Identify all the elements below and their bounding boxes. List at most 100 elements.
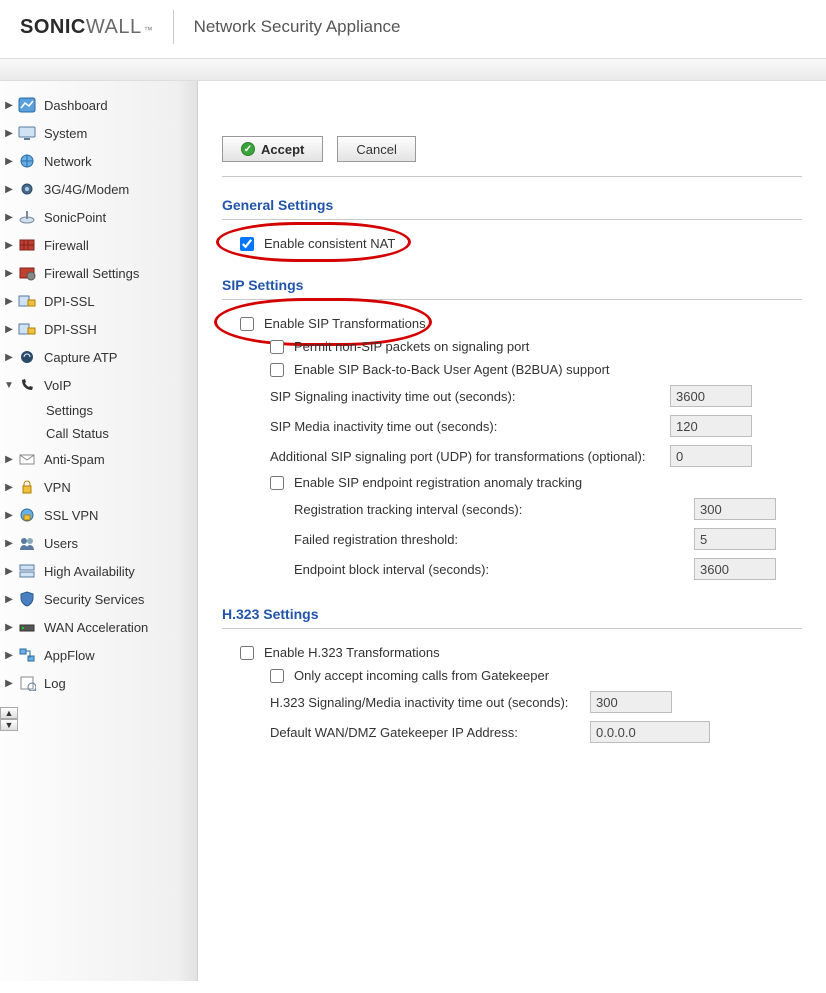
row-reg-interval: Registration tracking interval (seconds)… [294, 498, 802, 520]
input-h323-timeout[interactable] [590, 691, 672, 713]
input-failed-threshold[interactable] [694, 528, 776, 550]
chevron-icon[interactable]: ▶ [4, 184, 14, 194]
sidebar-item-label: SSL VPN [44, 508, 98, 523]
label-addl-port: Additional SIP signaling port (UDP) for … [270, 449, 670, 464]
chevron-icon[interactable]: ▶ [4, 678, 14, 688]
chevron-icon[interactable]: ▶ [4, 324, 14, 334]
sidebar-item-3g-4g-modem[interactable]: ▶3G/4G/Modem [0, 175, 197, 203]
chevron-icon[interactable]: ▶ [4, 566, 14, 576]
sidebar-item-wan-acceleration[interactable]: ▶WAN Acceleration [0, 613, 197, 641]
label-block-interval: Endpoint block interval (seconds): [294, 562, 694, 577]
label-h323-timeout: H.323 Signaling/Media inactivity time ou… [270, 695, 590, 710]
sidebar-item-security-services[interactable]: ▶ Security Services [0, 585, 197, 613]
sidebar-item-label: Dashboard [44, 98, 108, 113]
chevron-icon[interactable]: ▶ [4, 212, 14, 222]
row-addl-port: Additional SIP signaling port (UDP) for … [270, 445, 802, 467]
sidebar-item-vpn[interactable]: ▶ VPN [0, 473, 197, 501]
chevron-icon[interactable]: ▶ [4, 240, 14, 250]
sidebar-item-firewall[interactable]: ▶Firewall [0, 231, 197, 259]
chevron-icon[interactable]: ▶ [4, 594, 14, 604]
checkbox-sip-transform[interactable] [240, 317, 254, 331]
checkbox-permit-nonsip[interactable] [270, 340, 284, 354]
chevron-icon[interactable]: ▶ [4, 100, 14, 110]
sidebar-subitem-call-status[interactable]: Call Status [46, 422, 197, 445]
sidebar-item-appflow[interactable]: ▶AppFlow [0, 641, 197, 669]
checkbox-only-gatekeeper[interactable] [270, 669, 284, 683]
sidebar-item-sonicpoint[interactable]: ▶ SonicPoint [0, 203, 197, 231]
chevron-icon[interactable]: ▶ [4, 650, 14, 660]
firewall-icon [16, 235, 38, 255]
chevron-icon[interactable]: ▼ [4, 380, 14, 390]
action-buttons: ✓Accept Cancel [222, 136, 802, 177]
input-addl-port[interactable] [670, 445, 752, 467]
sidebar-item-anti-spam[interactable]: ▶Anti-Spam [0, 445, 197, 473]
input-sig-timeout[interactable] [670, 385, 752, 407]
sidebar-item-label: Log [44, 676, 66, 691]
sidebar-item-dpi-ssh[interactable]: ▶DPI-SSH [0, 315, 197, 343]
row-media-timeout: SIP Media inactivity time out (seconds): [270, 415, 802, 437]
sidebar-item-firewall-settings[interactable]: ▶Firewall Settings [0, 259, 197, 287]
section-title-sip: SIP Settings [222, 277, 802, 300]
system-icon [16, 123, 38, 143]
checkbox-b2bua[interactable] [270, 363, 284, 377]
chevron-icon[interactable]: ▶ [4, 128, 14, 138]
chevron-icon[interactable]: ▶ [4, 268, 14, 278]
input-block-interval[interactable] [694, 558, 776, 580]
row-b2bua: Enable SIP Back-to-Back User Agent (B2BU… [270, 362, 802, 377]
sidebar-item-label: SonicPoint [44, 210, 106, 225]
sidebar-item-high-availability[interactable]: ▶High Availability [0, 557, 197, 585]
label-permit-nonsip: Permit non-SIP packets on signaling port [294, 339, 529, 354]
chevron-icon[interactable]: ▶ [4, 156, 14, 166]
sidebar-item-dashboard[interactable]: ▶ Dashboard [0, 91, 197, 119]
section-title-general: General Settings [222, 197, 802, 220]
accept-button[interactable]: ✓Accept [222, 136, 323, 162]
row-permit-nonsip: Permit non-SIP packets on signaling port [270, 339, 802, 354]
sidebar-item-system[interactable]: ▶System [0, 119, 197, 147]
chevron-icon[interactable]: ▶ [4, 454, 14, 464]
row-failed-threshold: Failed registration threshold: [294, 528, 802, 550]
toolbar-band [0, 59, 826, 81]
sidebar-up-button[interactable]: ▲ [0, 707, 18, 719]
chevron-icon[interactable]: ▶ [4, 538, 14, 548]
sidebar-item-voip[interactable]: ▼VoIP [0, 371, 197, 399]
sidebar-item-network[interactable]: ▶Network [0, 147, 197, 175]
row-h323-transform: Enable H.323 Transformations [240, 645, 802, 660]
appflow-icon [16, 645, 38, 665]
checkbox-enable-nat[interactable] [240, 237, 254, 251]
sidebar-item-label: DPI-SSL [44, 294, 95, 309]
sidebar-item-label: Security Services [44, 592, 144, 607]
sidebar-item-capture-atp[interactable]: ▶Capture ATP [0, 343, 197, 371]
checkbox-h323-transform[interactable] [240, 646, 254, 660]
cancel-label: Cancel [356, 142, 396, 157]
logo-trademark: ™ [144, 25, 153, 35]
label-media-timeout: SIP Media inactivity time out (seconds): [270, 419, 670, 434]
cancel-button[interactable]: Cancel [337, 136, 415, 162]
sidebar-item-ssl-vpn[interactable]: ▶ SSL VPN [0, 501, 197, 529]
input-media-timeout[interactable] [670, 415, 752, 437]
sidebar-down-button[interactable]: ▼ [0, 719, 18, 731]
checkbox-anomaly[interactable] [270, 476, 284, 490]
input-gatekeeper-ip[interactable] [590, 721, 710, 743]
chevron-icon[interactable]: ▶ [4, 296, 14, 306]
brand-logo: SONICWALL™ [20, 16, 153, 39]
row-anomaly: Enable SIP endpoint registration anomaly… [270, 475, 802, 490]
label-failed-threshold: Failed registration threshold: [294, 532, 694, 547]
logo-text-wall: WALL [86, 16, 142, 39]
sidebar-item-log[interactable]: ▶ Log [0, 669, 197, 697]
input-reg-interval[interactable] [694, 498, 776, 520]
sidebar-item-users[interactable]: ▶Users [0, 529, 197, 557]
chevron-icon[interactable]: ▶ [4, 622, 14, 632]
voip-icon [16, 375, 38, 395]
accept-label: Accept [261, 142, 304, 157]
sidebar-item-label: VPN [44, 480, 71, 495]
row-enable-nat: Enable consistent NAT [240, 236, 802, 251]
sidebar-subitem-settings[interactable]: Settings [46, 399, 197, 422]
antispam-icon [16, 449, 38, 469]
dpissl-icon [16, 291, 38, 311]
chevron-icon[interactable]: ▶ [4, 482, 14, 492]
chevron-icon[interactable]: ▶ [4, 352, 14, 362]
chevron-icon[interactable]: ▶ [4, 510, 14, 520]
sidebar-item-dpi-ssl[interactable]: ▶ DPI-SSL [0, 287, 197, 315]
row-gatekeeper-ip: Default WAN/DMZ Gatekeeper IP Address: [270, 721, 802, 743]
vpn-icon [16, 477, 38, 497]
